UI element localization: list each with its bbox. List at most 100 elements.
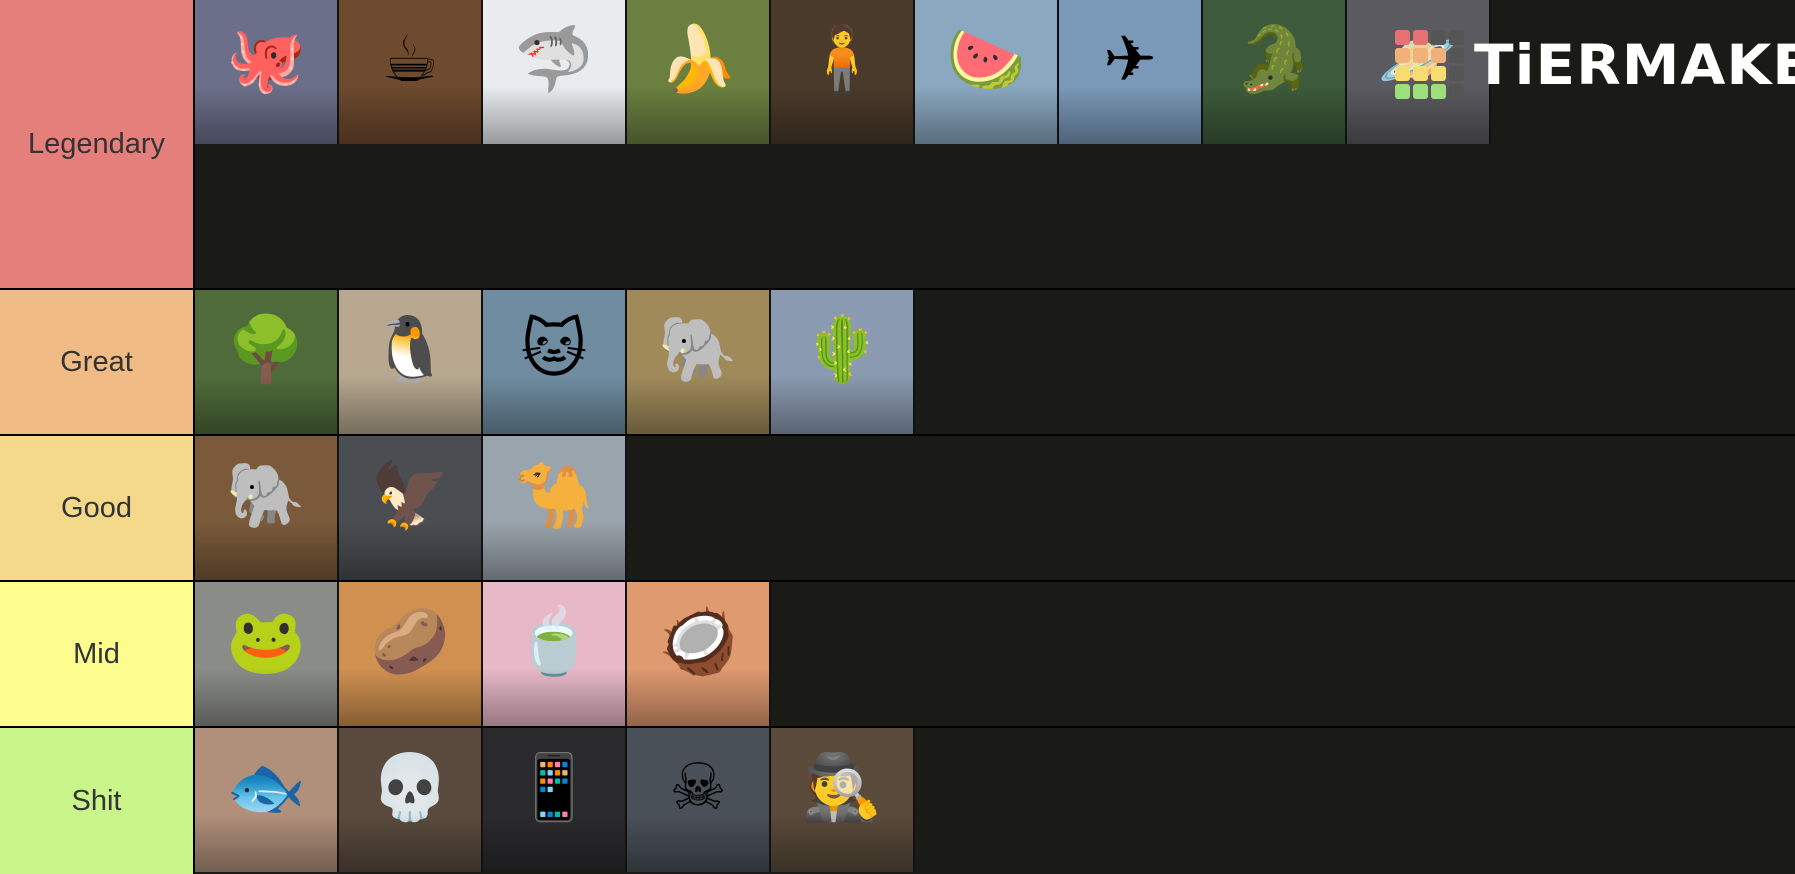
tier-label[interactable]: Legendary: [0, 0, 195, 288]
logo-grid-cell: [1413, 48, 1428, 63]
tier-item-card[interactable]: 🧍: [771, 0, 915, 144]
logo-grid-cell: [1413, 66, 1428, 81]
shark-sneakers-icon: 🦈: [514, 23, 594, 97]
card-shade: [195, 814, 337, 872]
tiermaker-wordmark: TiERMAKER: [1474, 32, 1795, 97]
tier-item-card[interactable]: 🐟: [195, 728, 339, 872]
banana-monkey-icon: 🍌: [658, 23, 738, 97]
card-shade: [339, 86, 481, 144]
tier-item-card[interactable]: 🦈: [483, 0, 627, 144]
tier-item-card[interactable]: 🐸: [195, 582, 339, 726]
tier-item-card[interactable]: ☕: [339, 0, 483, 144]
logo-grid-cell: [1449, 84, 1464, 99]
potato-cowboy-icon: 🥔: [370, 605, 450, 679]
tier-item-card[interactable]: 🍉: [915, 0, 1059, 144]
tier-item-card[interactable]: 🥥: [627, 582, 771, 726]
tier-label[interactable]: Great: [0, 290, 195, 434]
crocodile-plane-icon: ✈: [1103, 23, 1157, 97]
tier-items: 🐘 🦅 🐪: [195, 436, 1795, 580]
coffee-cup-ninja-icon: ☕: [381, 23, 439, 97]
tier-item-card[interactable]: 🐧: [339, 290, 483, 434]
tier-item-card[interactable]: 🕵: [771, 728, 915, 872]
card-shade: [339, 814, 481, 872]
fish-cat-icon: 🐟: [226, 751, 306, 825]
logo-grid-cell: [1395, 84, 1410, 99]
tier-item-card[interactable]: 📱: [483, 728, 627, 872]
tier-row-mid: Mid 🐸 🥔 🍵 🥥: [0, 582, 1795, 726]
tier-item-card[interactable]: 🥔: [339, 582, 483, 726]
skeleton-desk-icon: 💀: [370, 751, 450, 825]
card-shade: [483, 814, 625, 872]
card-shade: [1203, 86, 1345, 144]
tier-item-card[interactable]: 🐙: [195, 0, 339, 144]
cactus-elephant-icon: 🐘: [658, 313, 738, 387]
skeleton-rain-icon: ☠: [669, 751, 727, 825]
skeleton-phone-icon: 📱: [514, 751, 594, 825]
card-shade: [195, 522, 337, 580]
card-shade: [483, 668, 625, 726]
tier-item-card[interactable]: 🐘: [195, 436, 339, 580]
coconut-beaver-icon: 🥥: [658, 605, 738, 679]
card-shade: [771, 376, 913, 434]
card-shade: [915, 86, 1057, 144]
card-shade: [1059, 86, 1201, 144]
tier-item-card[interactable]: 🐘: [627, 290, 771, 434]
tier-item-card[interactable]: 🍌: [627, 0, 771, 144]
card-shade: [627, 814, 769, 872]
tier-item-card[interactable]: 🌳: [195, 290, 339, 434]
tier-row-shit: Shit 🐟 💀 📱 ☠ 🕵: [0, 728, 1795, 874]
shrimp-cat-icon: 🐱: [520, 313, 588, 387]
logo-grid-cell: [1431, 66, 1446, 81]
card-shade: [339, 522, 481, 580]
frog-tire-icon: 🐸: [226, 605, 306, 679]
wooden-figure-icon: 🧍: [802, 23, 882, 97]
tiermaker-logo[interactable]: TiERMAKER: [1395, 30, 1795, 99]
card-shade: [483, 522, 625, 580]
octopus-icon: 🐙: [226, 23, 306, 97]
card-shade: [627, 86, 769, 144]
tier-row-good: Good 🐘 🦅 🐪: [0, 436, 1795, 580]
logo-grid-cell: [1449, 66, 1464, 81]
tier-label[interactable]: Good: [0, 436, 195, 580]
card-shade: [627, 376, 769, 434]
logo-grid-cell: [1395, 48, 1410, 63]
beaver-detective-icon: 🕵: [802, 751, 882, 825]
logo-grid-cell: [1449, 48, 1464, 63]
tiermaker-grid-icon: [1395, 30, 1464, 99]
camel-fridge-icon: 🐪: [514, 459, 594, 533]
tier-row-great: Great 🌳 🐧 🐱 🐘 🌵: [0, 290, 1795, 434]
card-shade: [483, 376, 625, 434]
tier-item-card[interactable]: 🌵: [771, 290, 915, 434]
card-shade: [195, 668, 337, 726]
tier-items: 🌳 🐧 🐱 🐘 🌵: [195, 290, 1795, 434]
card-shade: [339, 376, 481, 434]
tier-item-card[interactable]: ✈: [1059, 0, 1203, 144]
tier-item-card[interactable]: 🐱: [483, 290, 627, 434]
card-shade: [195, 376, 337, 434]
tree-man-icon: 🌳: [226, 313, 306, 387]
tier-label[interactable]: Mid: [0, 582, 195, 726]
card-shade: [771, 86, 913, 144]
tier-item-card[interactable]: 🦅: [339, 436, 483, 580]
logo-grid-cell: [1431, 48, 1446, 63]
logo-grid-cell: [1431, 84, 1446, 99]
card-shade: [339, 668, 481, 726]
tier-item-card[interactable]: 🐪: [483, 436, 627, 580]
logo-grid-cell: [1395, 66, 1410, 81]
logo-grid-cell: [1449, 30, 1464, 45]
tier-board: Legendary🐙☕🦈🍌🧍🍉✈🐊🪐Great🌳🐧🐱🐘🌵Good🐘🦅🐪Mid🐸🥔…: [0, 0, 1795, 874]
tier-item-card[interactable]: 🍵: [483, 582, 627, 726]
cactus-hippo-icon: 🌵: [802, 313, 882, 387]
tier-item-card[interactable]: 🐊: [1203, 0, 1347, 144]
card-shade: [771, 814, 913, 872]
card-shade: [483, 86, 625, 144]
penguin-coffee-icon: 🐧: [370, 313, 450, 387]
tier-item-card[interactable]: 💀: [339, 728, 483, 872]
tier-items: 🐟 💀 📱 ☠ 🕵: [195, 728, 1795, 874]
logo-grid-cell: [1395, 30, 1410, 45]
card-shade: [195, 86, 337, 144]
card-shade: [627, 668, 769, 726]
logo-grid-cell: [1431, 30, 1446, 45]
tier-label[interactable]: Shit: [0, 728, 195, 874]
tier-item-card[interactable]: ☠: [627, 728, 771, 872]
